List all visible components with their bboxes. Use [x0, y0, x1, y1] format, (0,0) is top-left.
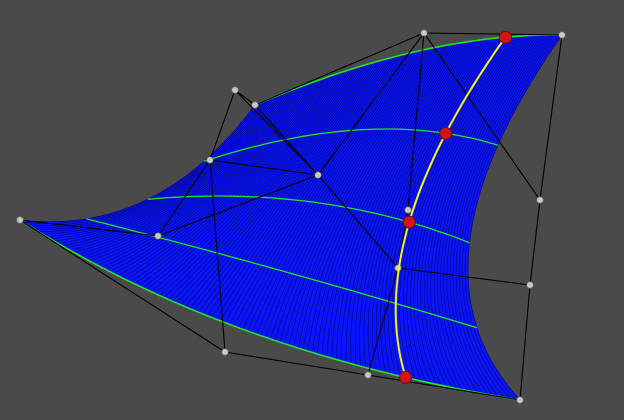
- control-point[interactable]: [536, 196, 544, 204]
- control-point[interactable]: [558, 31, 566, 39]
- control-point[interactable]: [404, 206, 412, 214]
- control-point[interactable]: [420, 29, 428, 37]
- control-point[interactable]: [206, 156, 214, 164]
- control-point[interactable]: [314, 171, 322, 179]
- control-point[interactable]: [16, 216, 24, 224]
- control-point[interactable]: [221, 348, 229, 356]
- control-net-edge: [519, 284, 531, 401]
- isoline-point[interactable]: [499, 30, 513, 44]
- control-net-edge: [529, 199, 541, 286]
- control-point[interactable]: [526, 281, 534, 289]
- control-point[interactable]: [154, 232, 162, 240]
- isoline-point[interactable]: [402, 215, 416, 229]
- control-net-edge: [423, 32, 563, 36]
- control-point[interactable]: [364, 371, 372, 379]
- 3d-viewport[interactable]: [0, 0, 624, 420]
- bezier-surface-scene[interactable]: [0, 0, 624, 420]
- control-net-edge: [234, 89, 256, 106]
- isoline-point[interactable]: [439, 126, 453, 140]
- isoline-point[interactable]: [399, 370, 413, 384]
- control-point[interactable]: [251, 101, 259, 109]
- control-point[interactable]: [231, 86, 239, 94]
- control-point[interactable]: [516, 396, 524, 404]
